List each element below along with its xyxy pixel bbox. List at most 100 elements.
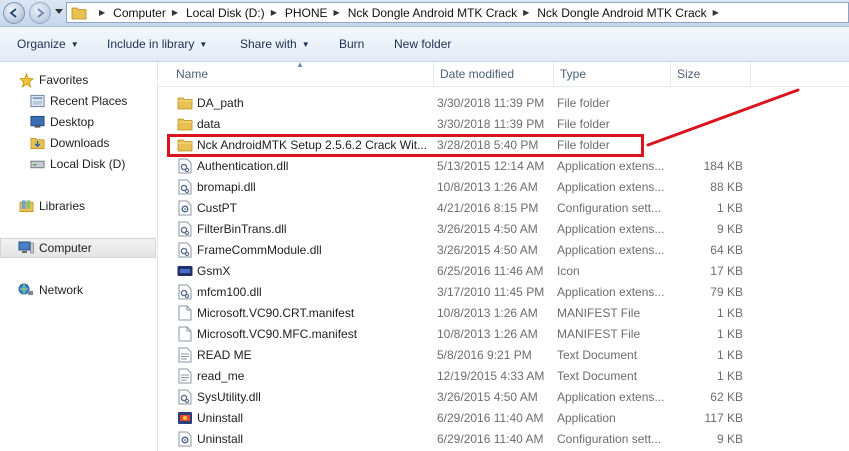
file-row[interactable]: GsmX 6/25/2016 11:46 AM Icon 17 KB — [158, 260, 849, 281]
file-date: 5/8/2016 9:21 PM — [437, 347, 532, 362]
blank-file-icon — [177, 326, 193, 342]
breadcrumb-nck-dongle-current[interactable]: Nck Dongle Android MTK Crack ▶ — [537, 6, 727, 20]
chevron-down-icon: ▼ — [70, 39, 79, 49]
text-file-icon — [177, 368, 193, 384]
file-name: data — [197, 116, 221, 131]
file-type: Text Document — [557, 368, 638, 383]
file-row[interactable]: SysUtility.dll 3/26/2015 4:50 AM Applicati… — [158, 386, 849, 407]
dll-icon — [177, 221, 193, 237]
breadcrumb-separator: ▶ — [99, 8, 106, 17]
file-size: 1 KB — [716, 326, 743, 341]
address-bar-row: ▶ Computer ▶ Local Disk (D:) ▶ PHONE ▶ Nck … — [0, 0, 849, 27]
file-name-cell: Authentication.dll — [177, 155, 427, 176]
file-row[interactable]: FrameCommModule.dll 3/26/2015 4:50 AM Appl… — [158, 239, 849, 260]
file-size: 1 KB — [716, 200, 743, 215]
burn-button[interactable]: Burn — [339, 27, 364, 61]
computer-icon — [18, 241, 34, 254]
file-row[interactable]: bromapi.dll 10/8/2013 1:26 AM Application … — [158, 176, 849, 197]
file-row[interactable]: read_me 12/19/2015 4:33 AM Text Document 1 … — [158, 365, 849, 386]
share-with-button[interactable]: Share with ▼ — [240, 27, 310, 61]
file-type: Icon — [557, 263, 580, 278]
new-folder-button[interactable]: New folder — [394, 27, 451, 61]
file-name-cell: READ ME — [177, 344, 427, 365]
file-date: 5/13/2015 12:14 AM — [437, 158, 545, 173]
file-row[interactable]: Uninstall 6/29/2016 11:40 AM Application 11… — [158, 407, 849, 428]
folder-icon — [177, 137, 193, 153]
nav-desktop[interactable]: Desktop — [29, 112, 94, 132]
organize-button[interactable]: Organize ▼ — [17, 27, 79, 61]
column-header-size[interactable]: Size — [671, 62, 751, 86]
file-name-cell: DA_path — [177, 92, 427, 113]
column-header-date[interactable]: Date modified — [434, 62, 554, 86]
forward-button[interactable] — [29, 2, 51, 24]
nav-computer[interactable]: Computer — [0, 238, 156, 258]
file-type: File folder — [557, 137, 610, 152]
file-row[interactable]: Microsoft.VC90.CRT.manifest 10/8/2013 1:2… — [158, 302, 849, 323]
nav-libraries[interactable]: Libraries — [18, 196, 85, 216]
file-date: 3/17/2010 11:45 PM — [437, 284, 545, 299]
file-type: Text Document — [557, 347, 638, 362]
file-row[interactable]: CustPT 4/21/2016 8:15 PM Configuration set… — [158, 197, 849, 218]
file-row[interactable]: data 3/30/2018 11:39 PM File folder — [158, 113, 849, 134]
breadcrumb-computer[interactable]: Computer ▶ — [113, 6, 186, 20]
file-name-cell: mfcm100.dll — [177, 281, 427, 302]
nav-favorites[interactable]: Favorites — [18, 70, 88, 90]
file-size: 1 KB — [716, 305, 743, 320]
breadcrumb-phone[interactable]: PHONE ▶ — [285, 6, 348, 20]
file-type: Application extens... — [557, 242, 665, 257]
nav-network[interactable]: Network — [18, 280, 83, 300]
file-size: 17 KB — [710, 263, 743, 278]
file-row[interactable]: READ ME 5/8/2016 9:21 PM Text Document 1 KB — [158, 344, 849, 365]
file-row[interactable]: Microsoft.VC90.MFC.manifest 10/8/2013 1:2… — [158, 323, 849, 344]
nav-local-disk[interactable]: Local Disk (D) — [29, 154, 125, 174]
file-name: mfcm100.dll — [197, 284, 262, 299]
file-date: 3/30/2018 11:39 PM — [437, 95, 545, 110]
file-name: Uninstall — [197, 410, 244, 425]
text-file-icon — [177, 347, 193, 363]
back-button[interactable] — [3, 2, 25, 24]
file-type: File folder — [557, 116, 610, 131]
nav-downloads[interactable]: Downloads — [29, 133, 109, 153]
file-date: 10/8/2013 1:26 AM — [437, 179, 538, 194]
file-row[interactable]: Nck AndroidMTK Setup 2.5.6.2 Crack Wit..… — [158, 134, 849, 155]
dll-icon — [177, 158, 193, 174]
file-size — [673, 113, 743, 134]
file-row[interactable]: mfcm100.dll 3/17/2010 11:45 PM Application… — [158, 281, 849, 302]
file-name: FilterBinTrans.dll — [197, 221, 287, 236]
file-name-cell: CustPT — [177, 197, 427, 218]
file-name-cell: Nck AndroidMTK Setup 2.5.6.2 Crack Wit..… — [177, 134, 427, 155]
drive-icon — [29, 160, 45, 169]
file-row[interactable]: DA_path 3/30/2018 11:39 PM File folder — [158, 92, 849, 113]
file-date: 6/29/2016 11:40 AM — [437, 410, 544, 425]
include-in-library-button[interactable]: Include in library ▼ — [107, 27, 207, 61]
file-date: 3/30/2018 11:39 PM — [437, 116, 545, 131]
file-type: MANIFEST File — [557, 326, 641, 341]
file-type: MANIFEST File — [557, 305, 641, 320]
back-arrow-icon — [9, 8, 17, 18]
file-row[interactable]: FilterBinTrans.dll 3/26/2015 4:50 AM Appli… — [158, 218, 849, 239]
folder-icon — [71, 7, 87, 19]
recent-pages-dropdown-icon[interactable] — [55, 9, 63, 15]
breadcrumb-local-disk[interactable]: Local Disk (D:) ▶ — [186, 6, 285, 20]
breadcrumb-nck-dongle[interactable]: Nck Dongle Android MTK Crack ▶ — [348, 6, 538, 20]
file-name: DA_path — [197, 95, 244, 110]
file-name: Microsoft.VC90.CRT.manifest — [197, 305, 355, 320]
file-list-pane: Name ▲ Date modified Type Size DA_path 3/… — [158, 60, 849, 451]
file-name-cell: read_me — [177, 365, 427, 386]
file-type: Application extens... — [557, 284, 665, 299]
app-icon — [177, 410, 193, 426]
desktop-icon — [29, 115, 45, 128]
network-icon — [18, 283, 33, 295]
nav-recent-places[interactable]: Recent Places — [29, 91, 127, 111]
blank-file-icon — [177, 305, 193, 321]
file-name: Microsoft.VC90.MFC.manifest — [197, 326, 358, 341]
file-size: 9 KB — [716, 431, 743, 446]
column-header-type[interactable]: Type — [554, 62, 671, 86]
column-header-row: Name ▲ Date modified Type Size — [158, 60, 849, 87]
file-row[interactable]: Authentication.dll 5/13/2015 12:14 AM Appl… — [158, 155, 849, 176]
file-date: 6/25/2016 11:46 AM — [437, 263, 544, 278]
sort-arrow-icon: ▲ — [296, 60, 304, 69]
file-row[interactable]: Uninstall 6/29/2016 11:40 AM Configuration… — [158, 428, 849, 449]
address-bar[interactable]: ▶ Computer ▶ Local Disk (D:) ▶ PHONE ▶ Nck … — [66, 2, 849, 23]
file-size: 79 KB — [710, 284, 743, 299]
